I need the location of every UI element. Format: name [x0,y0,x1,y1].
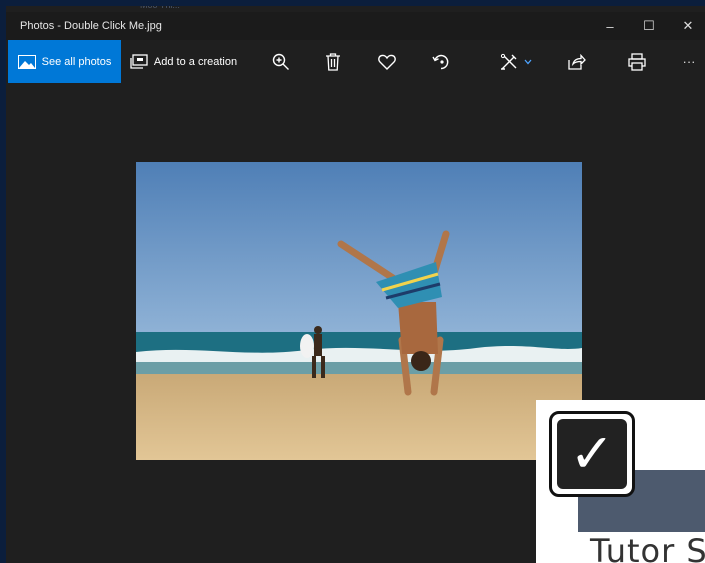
share-icon [568,53,586,70]
share-button[interactable] [562,40,592,83]
creation-icon [130,53,148,70]
beach-photo[interactable] [136,162,582,460]
delete-icon [325,52,341,71]
checkbox-icon: ✓ [549,411,635,497]
zoom-button[interactable] [266,40,296,83]
more-button[interactable]: ··· [676,40,702,83]
edit-create-button[interactable] [496,40,536,83]
add-to-creation-button[interactable]: Add to a creation [126,40,241,83]
see-all-photos-label: See all photos [41,55,112,68]
rotate-button[interactable] [426,40,456,83]
print-icon [628,52,646,71]
window-title: Photos - Double Click Me.jpg [20,20,162,32]
rotate-icon [432,53,450,71]
title-bar: Photos - Double Click Me.jpg – ☐ ✕ [6,12,705,40]
photos-icon [17,54,36,69]
background-window-text: Moo Thi... [140,0,180,10]
toolbar: See all photos Add to a creation ··· [6,40,705,83]
delete-button[interactable] [318,40,348,83]
favorite-heart-icon [378,54,396,70]
maximize-button[interactable]: ☐ [631,14,667,38]
beach-photo-image [136,162,582,460]
see-all-photos-button[interactable]: See all photos [8,40,121,83]
chevron-down-icon [524,59,532,65]
check-mark-icon: ✓ [557,419,627,489]
minimize-button[interactable]: – [592,14,628,38]
favorite-button[interactable] [372,40,402,83]
add-to-creation-label: Add to a creation [153,55,238,68]
close-button[interactable]: ✕ [670,14,705,38]
zoom-in-icon [272,53,290,71]
edit-create-icon [500,53,520,71]
print-button[interactable] [622,40,652,83]
